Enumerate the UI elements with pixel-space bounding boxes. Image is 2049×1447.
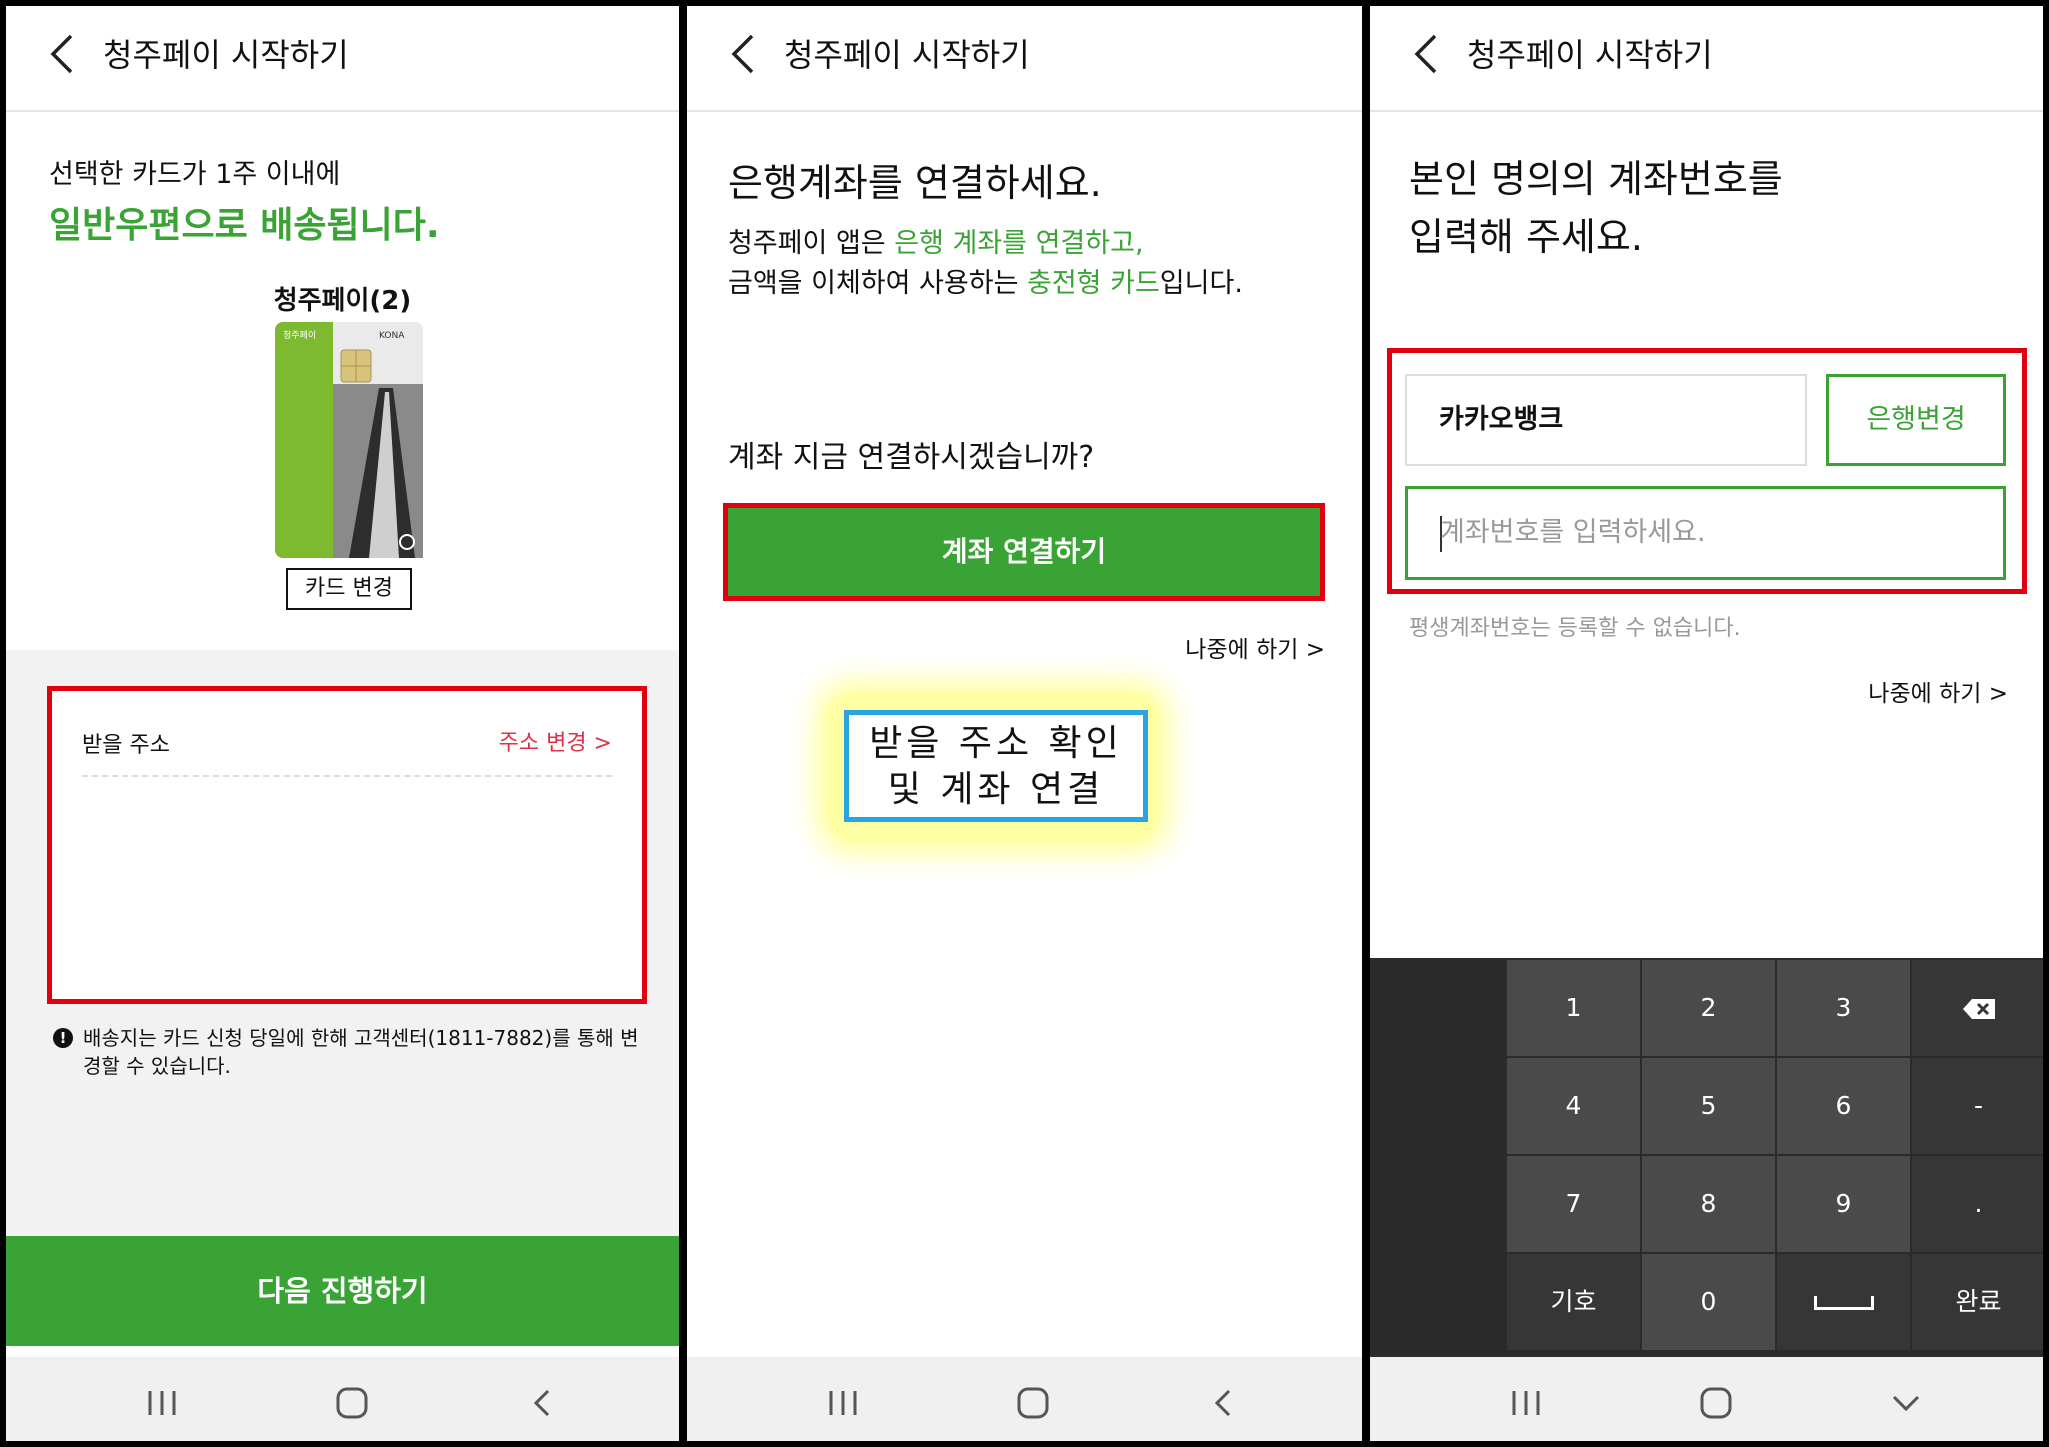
page-title: 청주페이 시작하기 <box>1467 36 1713 74</box>
card-image: 청주페이 KONA <box>275 322 423 558</box>
back-icon[interactable] <box>520 1381 564 1425</box>
key-symbols[interactable]: 기호 <box>1507 1254 1640 1350</box>
desc-text: 입니다. <box>1159 268 1243 299</box>
connect-account-button[interactable]: 계좌 연결하기 <box>723 503 1325 601</box>
page-title: 청주페이 시작하기 <box>103 36 349 74</box>
page-title: 청주페이 시작하기 <box>784 36 1030 74</box>
home-icon[interactable] <box>1011 1381 1055 1425</box>
annotation-callout: 받을 주소 확인 및 계좌 연결 <box>844 710 1148 822</box>
annotation-line: 받을 주소 확인 <box>869 723 1123 764</box>
back-arrow-icon[interactable] <box>41 28 85 80</box>
connect-question: 계좌 지금 연결하시겠습니까? <box>728 440 1095 475</box>
key-1[interactable]: 1 <box>1507 960 1640 1056</box>
account-heading: 본인 명의의 계좌번호를 입력해 주세요. <box>1409 150 1783 266</box>
back-arrow-icon[interactable] <box>1405 28 1449 80</box>
key-backspace[interactable] <box>1912 960 2044 1056</box>
key-space[interactable] <box>1777 1254 1910 1350</box>
desc-text: 금액을 이체하여 사용하는 <box>728 268 1027 299</box>
account-note: 평생계좌번호는 등록할 수 없습니다. <box>1409 616 1741 641</box>
next-button[interactable]: 다음 진행하기 <box>5 1236 680 1346</box>
key-3[interactable]: 3 <box>1777 960 1910 1056</box>
key-8[interactable]: 8 <box>1642 1156 1775 1252</box>
address-label: 받을 주소 <box>82 733 170 758</box>
key-5[interactable]: 5 <box>1642 1058 1775 1154</box>
back-icon[interactable] <box>1201 1381 1245 1425</box>
key-done[interactable]: 완료 <box>1912 1254 2044 1350</box>
svg-text:KONA: KONA <box>379 331 405 341</box>
system-nav-bar <box>1369 1357 2044 1447</box>
address-box: 받을 주소 주소 변경 > <box>47 686 647 1004</box>
heading-line: 본인 명의의 계좌번호를 <box>1409 157 1783 201</box>
address-change-link[interactable]: 주소 변경 > <box>499 725 612 757</box>
svg-text:청주페이: 청주페이 <box>283 330 316 341</box>
key-period[interactable]: . <box>1912 1156 2044 1252</box>
link-account-heading: 은행계좌를 연결하세요. <box>728 161 1102 205</box>
account-placeholder: 계좌번호를 입력하세요. <box>1440 517 1706 548</box>
account-number-input[interactable]: 계좌번호를 입력하세요. <box>1405 486 2006 580</box>
later-link[interactable]: 나중에 하기 > <box>1868 674 2008 708</box>
keyboard-hide-icon[interactable] <box>1884 1381 1928 1425</box>
screen-delivery: 청주페이 시작하기 선택한 카드가 1주 이내에 일반우편으로 배송됩니다. 청… <box>5 0 680 1447</box>
home-icon[interactable] <box>330 1381 374 1425</box>
desc-highlight: 은행 계좌를 연결하고, <box>894 228 1144 259</box>
alert-icon: ! <box>53 1028 73 1048</box>
numeric-keypad: 1 2 3 4 5 6 - 7 8 9 . 기호 0 완료 <box>1369 958 2044 1357</box>
card-change-button[interactable]: 카드 변경 <box>286 568 412 610</box>
bank-name-field[interactable]: 카카오뱅크 <box>1405 374 1807 466</box>
recent-apps-icon[interactable] <box>140 1381 184 1425</box>
later-link[interactable]: 나중에 하기 > <box>1185 630 1325 664</box>
desc-text: 청주페이 앱은 <box>728 228 895 259</box>
link-account-description: 청주페이 앱은 은행 계좌를 연결하고, 금액을 이체하여 사용하는 충전형 카… <box>728 224 1243 304</box>
home-icon[interactable] <box>1694 1381 1738 1425</box>
heading-line: 입력해 주세요. <box>1409 215 1643 259</box>
system-nav-bar <box>5 1357 680 1447</box>
key-4[interactable]: 4 <box>1507 1058 1640 1154</box>
address-notice: ! 배송지는 카드 신청 당일에 한해 고객센터(1811-7882)를 통해 … <box>53 1024 653 1080</box>
top-bar: 청주페이 시작하기 <box>1369 0 2044 112</box>
address-notice-text: 배송지는 카드 신청 당일에 한해 고객센터(1811-7882)를 통해 변경… <box>83 1026 639 1078</box>
key-2[interactable]: 2 <box>1642 960 1775 1056</box>
recent-apps-icon[interactable] <box>1504 1381 1548 1425</box>
top-bar: 청주페이 시작하기 <box>686 0 1363 112</box>
key-7[interactable]: 7 <box>1507 1156 1640 1252</box>
top-bar: 청주페이 시작하기 <box>5 0 680 112</box>
divider <box>82 775 612 777</box>
desc-highlight: 충전형 카드 <box>1027 268 1160 299</box>
back-arrow-icon[interactable] <box>722 28 766 80</box>
key-0[interactable]: 0 <box>1642 1254 1775 1350</box>
system-nav-bar <box>686 1357 1363 1447</box>
delivery-info-text: 선택한 카드가 1주 이내에 <box>49 159 341 190</box>
card-name: 청주페이(2) <box>273 286 412 316</box>
key-9[interactable]: 9 <box>1777 1156 1910 1252</box>
delivery-method-text: 일반우편으로 배송됩니다. <box>49 205 440 246</box>
key-minus[interactable]: - <box>1912 1058 2044 1154</box>
key-6[interactable]: 6 <box>1777 1058 1910 1154</box>
space-icon <box>1813 1296 1874 1310</box>
annotation-line: 및 계좌 연결 <box>887 769 1105 810</box>
keypad-margin <box>1369 958 1505 1357</box>
bank-change-button[interactable]: 은행변경 <box>1826 374 2006 466</box>
screen-account-number: 청주페이 시작하기 본인 명의의 계좌번호를 입력해 주세요. 카카오뱅크 은행… <box>1369 0 2044 1447</box>
recent-apps-icon[interactable] <box>821 1381 865 1425</box>
backspace-icon <box>1962 999 1995 1019</box>
